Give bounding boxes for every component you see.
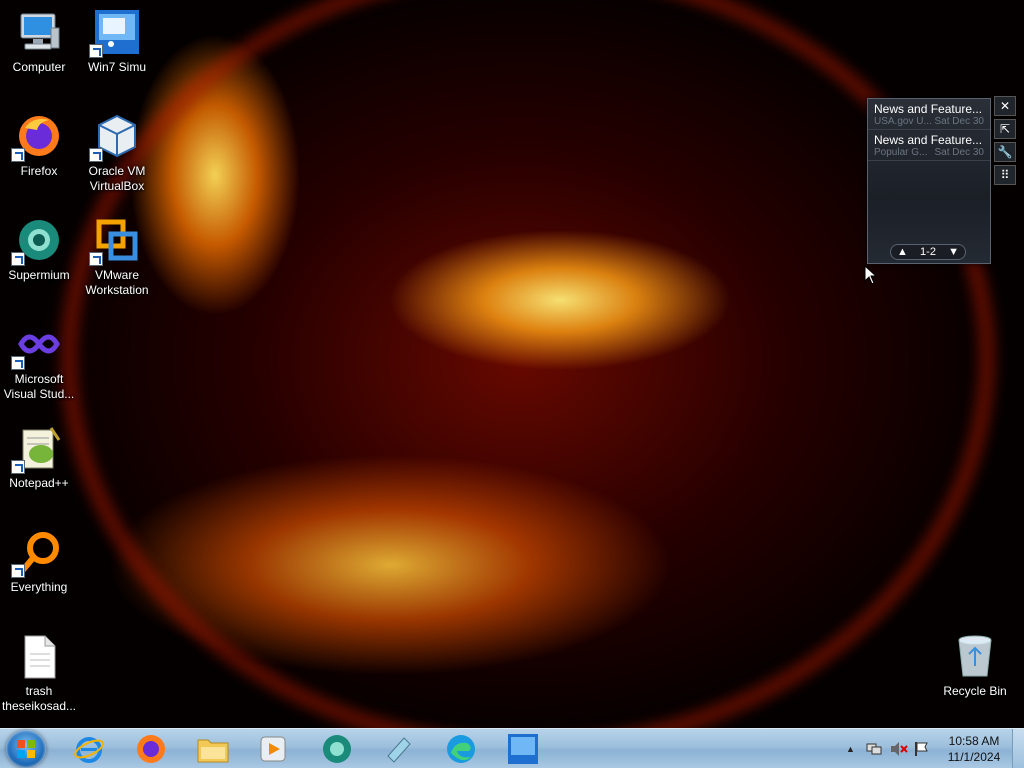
drag-icon[interactable]: ⠿ — [994, 165, 1016, 185]
feed-item-source: USA.gov U... — [874, 116, 932, 127]
volume-muted-icon[interactable] — [890, 741, 908, 760]
taskbar-pen-app[interactable] — [374, 731, 424, 767]
taskbar-media-player[interactable] — [248, 731, 298, 767]
taskbar-supermium[interactable] — [312, 731, 362, 767]
close-icon[interactable]: ✕ — [994, 96, 1016, 116]
desktop-icon-virtualbox[interactable]: Oracle VM VirtualBox — [78, 112, 156, 194]
icon-label: trash theseikosad... — [1, 684, 77, 713]
shortcut-arrow-icon — [89, 148, 103, 162]
icon-label: Firefox — [20, 164, 58, 178]
desktop-icon-win7-simu[interactable]: Win7 Simu — [78, 8, 156, 75]
file-explorer-icon — [197, 739, 229, 763]
shortcut-arrow-icon — [11, 564, 25, 578]
clock-time: 10:58 AM — [948, 734, 1000, 748]
icon-label: Notepad++ — [9, 476, 69, 490]
firefox-icon — [11, 112, 63, 162]
computer-icon — [15, 8, 63, 56]
shortcut-arrow-icon — [11, 252, 25, 266]
show-desktop-button[interactable] — [1012, 729, 1024, 768]
pager-down-icon[interactable]: ▼ — [948, 246, 959, 258]
pen-app-icon — [387, 737, 411, 763]
clock-date: 11/1/2024 — [947, 750, 1001, 764]
shortcut-arrow-icon — [89, 252, 103, 266]
vmware-icon — [89, 216, 141, 266]
shortcut-arrow-icon — [11, 356, 25, 370]
win7-simu-icon — [508, 734, 538, 764]
taskbar-internet-explorer[interactable] — [64, 731, 114, 767]
feed-headlines-gadget[interactable]: News and Feature... USA.gov U... Sat Dec… — [867, 98, 991, 264]
desktop-icon-notepadpp[interactable]: Notepad++ — [0, 424, 78, 491]
icon-label: VMware Workstation — [85, 268, 149, 297]
win7-simu-icon — [89, 8, 141, 58]
everything-icon — [11, 528, 63, 578]
feed-item-date: Sat Dec 30 — [934, 147, 984, 158]
icon-label: Recycle Bin — [943, 684, 1007, 698]
gadget-toolbar: ✕ ⇱ 🔧 ⠿ — [994, 96, 1016, 188]
icon-label: Oracle VM VirtualBox — [88, 164, 146, 193]
desktop-icon-text-file[interactable]: trash theseikosad... — [0, 632, 78, 714]
desktop-wallpaper[interactable]: Computer Win7 Simu Firefox Oracle VM Vir… — [0, 0, 1024, 728]
recycle-bin-icon — [951, 632, 999, 680]
feed-item-title[interactable]: News and Feature... — [874, 133, 984, 147]
desktop-icon-computer[interactable]: Computer — [0, 8, 78, 75]
taskbar-win7-simu[interactable] — [498, 731, 548, 767]
pumpkin-rim — [60, 0, 996, 728]
internet-explorer-icon — [74, 737, 104, 763]
pager-range: 1-2 — [920, 246, 936, 258]
gadget-pager: ▲ 1-2 ▼ — [890, 244, 966, 260]
shortcut-arrow-icon — [89, 44, 103, 58]
feed-item-source: Popular G... — [874, 147, 928, 158]
pager-up-icon[interactable]: ▲ — [897, 246, 908, 258]
firefox-icon — [137, 735, 165, 763]
taskbar-file-explorer[interactable] — [188, 731, 238, 767]
media-player-icon — [260, 736, 286, 762]
taskbar-edge[interactable] — [436, 731, 486, 767]
detach-icon[interactable]: ⇱ — [994, 119, 1016, 139]
icon-label: Everything — [10, 580, 68, 594]
taskbar: ▲ 10:58 AM 11/1/2024 — [0, 728, 1024, 768]
virtualbox-icon — [89, 112, 141, 162]
icon-label: Microsoft Visual Stud... — [3, 372, 75, 401]
windows-logo-icon — [17, 740, 35, 758]
desktop-icon-visual-studio[interactable]: Microsoft Visual Stud... — [0, 320, 78, 402]
icon-label: Computer — [12, 60, 66, 74]
edge-icon — [447, 735, 475, 763]
action-center-flag-icon[interactable] — [914, 741, 930, 760]
system-clock[interactable]: 10:58 AM 11/1/2024 — [940, 733, 1008, 765]
desktop-icon-supermium[interactable]: Supermium — [0, 216, 78, 283]
taskbar-firefox[interactable] — [126, 731, 176, 767]
network-icon[interactable] — [866, 741, 882, 760]
desktop-icon-vmware[interactable]: VMware Workstation — [78, 216, 156, 298]
notepadpp-icon — [11, 424, 63, 474]
icon-label: Supermium — [8, 268, 70, 282]
text-file-icon — [15, 632, 63, 680]
shortcut-arrow-icon — [11, 460, 25, 474]
supermium-icon — [323, 735, 351, 763]
icon-label: Win7 Simu — [87, 60, 146, 74]
show-hidden-icons[interactable]: ▲ — [846, 744, 855, 754]
feed-item[interactable]: News and Feature... USA.gov U... Sat Dec… — [868, 99, 990, 130]
start-button[interactable] — [6, 730, 46, 768]
shortcut-arrow-icon — [11, 148, 25, 162]
desktop-icon-everything[interactable]: Everything — [0, 528, 78, 595]
feed-item-title[interactable]: News and Feature... — [874, 102, 984, 116]
feed-item-date: Sat Dec 30 — [934, 116, 984, 127]
supermium-icon — [11, 216, 63, 266]
desktop-icon-recycle-bin[interactable]: Recycle Bin — [936, 632, 1014, 699]
options-icon[interactable]: 🔧 — [994, 142, 1016, 162]
feed-item[interactable]: News and Feature... Popular G... Sat Dec… — [868, 130, 990, 161]
desktop-icon-firefox[interactable]: Firefox — [0, 112, 78, 179]
visual-studio-icon — [11, 320, 63, 370]
